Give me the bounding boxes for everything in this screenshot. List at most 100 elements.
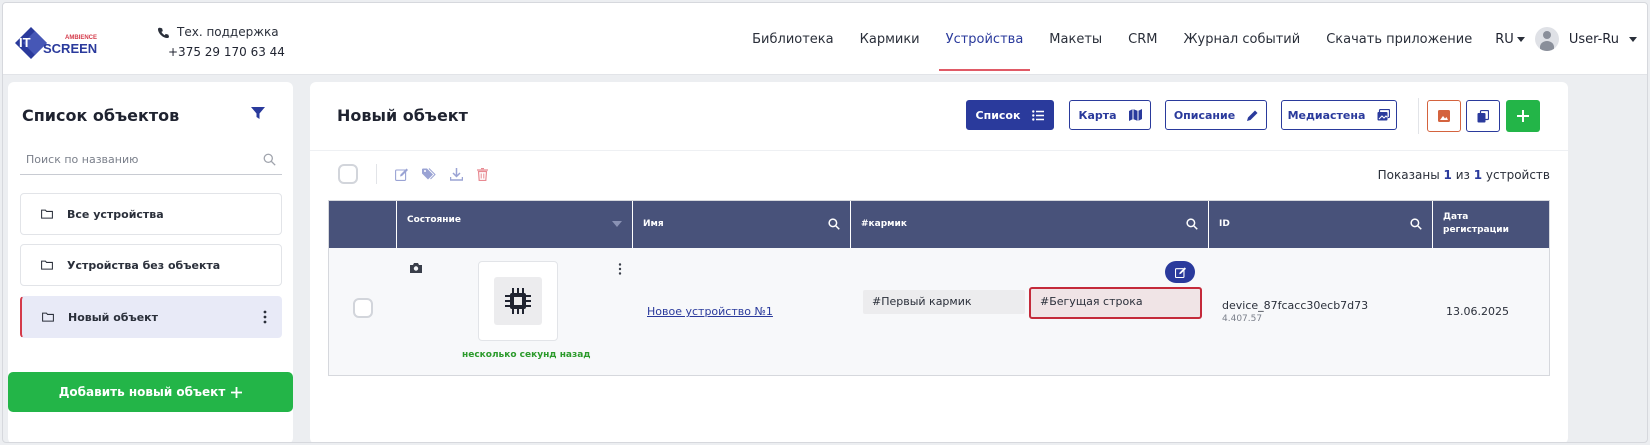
export-button[interactable] [1427,100,1461,132]
chevron-down-icon [1516,36,1525,42]
plus-icon [1517,110,1529,122]
page-title: Новый объект [337,106,468,125]
tag-icon[interactable] [422,168,436,180]
folder-icon [42,312,54,322]
toolbar-divider [1418,98,1419,134]
view-description-label: Описание [1173,108,1236,122]
shown-count: Показаны 1 из 1 устройств [1378,168,1550,182]
trash-icon[interactable] [477,167,488,181]
kebab-menu-icon[interactable] [618,263,622,275]
sidebar-item-all-devices[interactable]: Все устройства [20,193,282,235]
karmik-tag[interactable]: #Первый кармик [863,290,1025,314]
support-phone[interactable]: +375 29 170 63 44 [158,45,285,59]
devices-table: Состояние Имя #кармик ID Дата регистраци… [328,200,1550,376]
status-time: несколько секунд назад [462,350,591,360]
chip-icon [505,288,531,314]
column-label: Состояние [407,215,461,225]
chevron-down-icon [1629,36,1637,42]
map-icon [1128,109,1142,121]
table-row[interactable]: несколько секунд назад Новое устройство … [329,248,1549,375]
search-placeholder: Поиск по названию [26,153,139,166]
nav-devices[interactable]: Устройства [933,3,1037,75]
plus-icon [231,386,243,398]
sidebar-title: Список объектов [22,106,180,125]
user-menu[interactable]: User-Ru [1534,27,1647,51]
nav-layouts[interactable]: Макеты [1036,3,1115,75]
search-icon[interactable] [1410,218,1422,230]
column-label: Дата регистрации [1443,212,1509,235]
sidebar: Список объектов Поиск по названию Все ус… [8,82,293,442]
phone-icon [158,27,169,38]
logo[interactable]: IT AMBIENCE SCREEN [13,25,103,61]
main-panel: Новый объект Список Карта Описание Медиа… [310,82,1568,442]
nav-event-log[interactable]: Журнал событий [1171,3,1314,75]
logo-screen: SCREEN [43,41,97,56]
column-karmik[interactable]: #кармик [851,201,1209,248]
nav-crm[interactable]: CRM [1115,3,1170,75]
row-checkbox[interactable] [353,298,373,318]
copy-button[interactable] [1466,100,1500,132]
column-label: Имя [643,219,664,229]
camera-icon[interactable] [410,263,422,273]
column-select [329,201,397,248]
sidebar-item-label: Устройства без объекта [67,258,221,272]
folder-icon [41,260,53,270]
copy-icon [1477,109,1489,122]
kebab-menu-icon[interactable] [263,310,267,324]
view-mediawall-button[interactable]: Медиастена [1281,100,1397,130]
table-header: Состояние Имя #кармик ID Дата регистраци… [329,201,1549,248]
view-list-button[interactable]: Список [966,100,1054,130]
image-export-icon [1438,110,1450,122]
search-input[interactable]: Поиск по названию [20,148,282,175]
sidebar-item-new-object[interactable]: Новый объект [20,296,282,338]
column-id[interactable]: ID [1209,201,1433,248]
nav-library[interactable]: Библиотека [739,3,847,75]
sidebar-item-no-object[interactable]: Устройства без объекта [20,244,282,286]
select-all-checkbox[interactable] [338,164,358,184]
language-selector[interactable]: RU [1485,32,1535,47]
view-mediawall-label: Медиастена [1287,108,1366,122]
add-device-button[interactable] [1506,100,1540,132]
support-label: Тех. поддержка [177,25,279,39]
app-frame: IT AMBIENCE SCREEN Тех. поддержка +375 2… [2,2,1648,443]
column-label: ID [1219,219,1230,229]
device-thumbnail-placeholder [494,277,542,325]
sidebar-item-label: Все устройства [67,207,164,221]
device-id: device_87fcacc30ecb7d73 [1222,299,1369,312]
column-status[interactable]: Состояние [397,201,633,248]
shown-prefix: Показаны [1377,168,1440,182]
download-icon[interactable] [450,167,463,181]
view-description-button[interactable]: Описание [1165,100,1267,130]
device-thumbnail[interactable] [478,261,558,341]
search-icon[interactable] [828,218,840,230]
search-icon[interactable] [1186,218,1198,230]
sort-icon[interactable] [612,221,622,227]
filter-icon[interactable] [251,105,265,124]
view-list-label: Список [975,108,1021,122]
edit-icon[interactable] [395,168,408,181]
nav-download-app[interactable]: Скачать приложение [1313,3,1485,75]
registration-date: 13.06.2025 [1446,305,1509,318]
logo-it: IT [19,35,31,50]
shown-of: из [1455,168,1470,182]
folder-icon [41,209,53,219]
device-name-link[interactable]: Новое устройство №1 [647,305,773,318]
toolbar-separator [376,164,377,184]
edit-karmik-button[interactable] [1165,261,1195,283]
avatar [1534,27,1559,51]
support-info: Тех. поддержка +375 29 170 63 44 [158,25,285,59]
user-name: User-Ru [1568,31,1619,47]
view-map-button[interactable]: Карта [1069,100,1151,130]
column-name[interactable]: Имя [633,201,851,248]
shown-total: 1 [1473,168,1483,182]
list-icon [1032,109,1045,121]
shown-number: 1 [1443,168,1452,182]
shown-suffix: устройств [1485,168,1550,182]
column-registered[interactable]: Дата регистрации [1433,201,1543,248]
header-divider [310,150,1568,151]
search-icon [263,153,276,166]
nav-karmiki[interactable]: Кармики [847,3,933,75]
karmik-tag-highlighted[interactable]: #Бегущая строка [1029,287,1202,319]
add-object-button[interactable]: Добавить новый объект [8,372,293,412]
device-version: 4.407.57 [1222,314,1263,324]
